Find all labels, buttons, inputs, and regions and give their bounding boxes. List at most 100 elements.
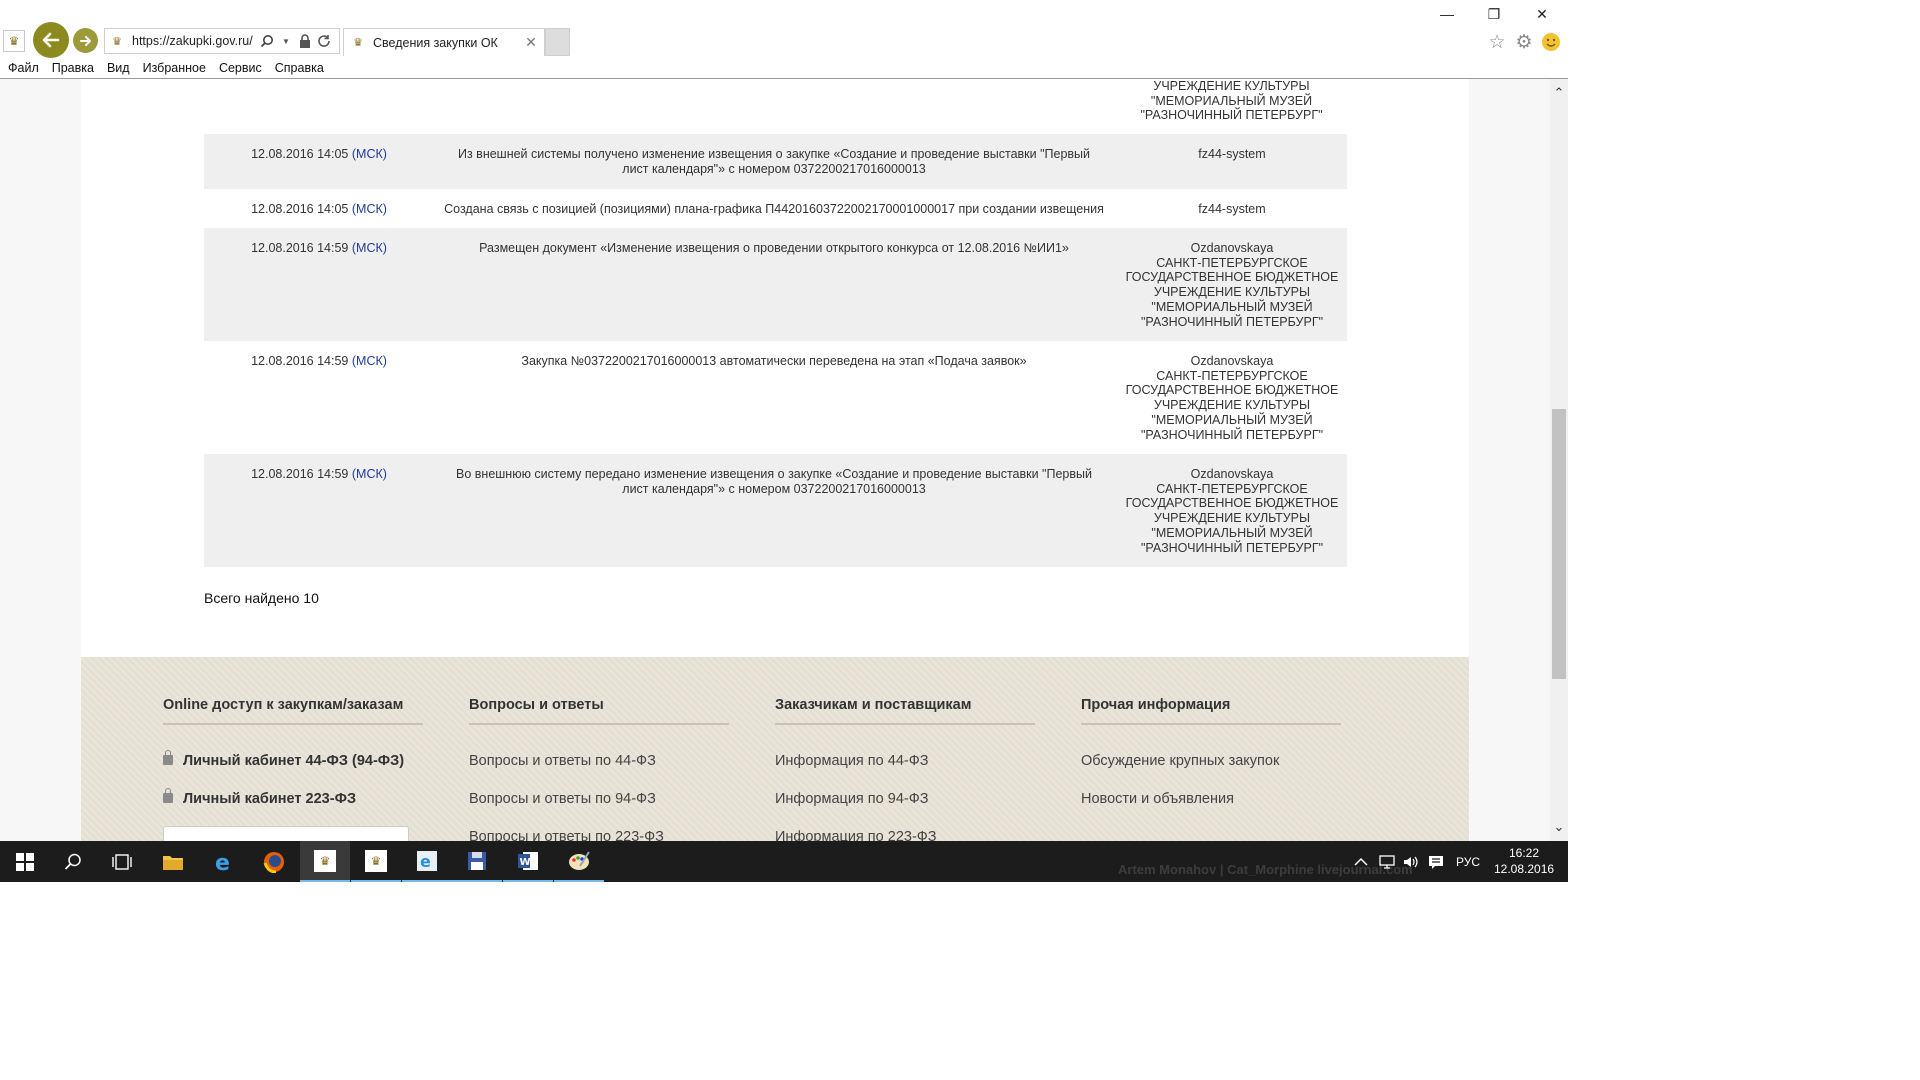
total-found-label: Всего найдено 10 [204,590,319,606]
log-user-cell: Ozdanovskaya САНКТ-ПЕТЕРБУРГСКОЕ ГОСУДАР… [1125,467,1339,555]
footer-column-online-access: Online доступ к закупкам/заказам Личный … [163,697,423,807]
log-date-cell: 12.08.2016 14:59 (МСК) [204,354,434,369]
menu-view[interactable]: Вид [107,61,130,75]
minimize-icon[interactable]: — [1437,6,1457,22]
menu-edit[interactable]: Правка [52,61,94,75]
address-bar[interactable]: ♛ https://zakupki.gov.ru/ ▼ [104,28,340,54]
menu-file[interactable]: Файл [8,61,39,75]
log-date-cell: 12.08.2016 14:59 (МСК) [204,467,434,482]
address-url[interactable]: https://zakupki.gov.ru/ [132,34,256,48]
refresh-icon[interactable] [316,33,332,49]
footer-column-qa: Вопросы и ответы Вопросы и ответы по 44-… [469,697,729,841]
svg-text:e: e [215,851,230,874]
log-event-cell: Из внешней системы получено изменение из… [457,147,1091,176]
ie-window-button[interactable]: e [402,841,452,882]
footer-link[interactable]: Вопросы и ответы по 223-ФЗ [469,829,729,841]
table-row: 12.08.2016 14:05 (МСК) Создана связь с п… [204,189,1347,228]
footer-link[interactable]: Новости и объявления [1081,791,1341,807]
network-icon[interactable] [1378,841,1396,882]
clock-time: 16:22 [1508,846,1540,860]
footer-link[interactable]: Информация по 44-ФЗ [775,753,1035,769]
footer-link[interactable]: Информация по 223-ФЗ [775,829,1035,841]
footer-widget-box[interactable] [163,826,409,841]
footer-link[interactable]: Информация по 94-ФЗ [775,791,1035,807]
zakupki-window-button[interactable]: ♛ [300,841,350,882]
timezone-link[interactable]: (МСК) [352,241,387,255]
footer-link[interactable]: Вопросы и ответы по 94-ФЗ [469,791,729,807]
log-date-cell: 12.08.2016 14:05 (МСК) [204,202,434,217]
log-user-cell: Ozdanovskaya САНКТ-ПЕТЕРБУРГСКОЕ ГОСУДАР… [1125,354,1339,442]
vertical-scrollbar[interactable]: ⌃ ⌄ [1550,79,1568,841]
notification-icon[interactable] [1428,841,1444,882]
restore-icon[interactable]: ❐ [1484,6,1504,23]
start-button[interactable] [0,841,50,882]
system-clock[interactable]: 16:22 12.08.2016 [1494,845,1554,877]
page-viewport: УЧРЕЖДЕНИЕ КУЛЬТУРЫ "МЕМОРИАЛЬНЫЙ МУЗЕЙ … [0,79,1550,841]
timezone-link[interactable]: (МСК) [352,147,387,161]
save-app-button[interactable] [452,841,502,882]
footer-heading: Вопросы и ответы [469,697,729,725]
firefox-button[interactable] [249,841,299,882]
edge-button[interactable]: e [199,841,249,882]
lock-icon [163,788,173,803]
log-date-cell: 12.08.2016 14:59 (МСК) [204,241,434,256]
paint-button[interactable] [554,841,604,882]
log-date: 12.08.2016 14:59 [251,354,349,368]
volume-icon[interactable] [1402,841,1420,882]
browser-tab-active[interactable]: ♛ Сведения закупки ОК ✕ [343,28,545,56]
tab-title: Сведения закупки ОК [373,35,498,50]
footer-link-cabinet-44[interactable]: Личный кабинет 44-ФЗ (94-ФЗ) [163,750,423,769]
chevron-up-icon[interactable] [1354,841,1368,882]
new-tab-button[interactable] [545,28,570,56]
menu-tools[interactable]: Сервис [219,61,262,75]
footer-link-label[interactable]: Личный кабинет 44-ФЗ (94-ФЗ) [183,753,404,769]
log-event-cell: Создана связь с позицией (позициями) пла… [444,202,1104,216]
file-explorer-button[interactable] [148,841,198,882]
footer-link-label[interactable]: Личный кабинет 223-ФЗ [183,791,356,807]
footer-link-cabinet-223[interactable]: Личный кабинет 223-ФЗ [163,788,423,807]
back-button[interactable] [33,22,69,58]
clock-date: 12.08.2016 [1494,862,1555,876]
svg-text:W: W [520,857,531,868]
search-taskbar-button[interactable] [48,841,98,882]
menu-favorites[interactable]: Избранное [143,61,206,75]
browser-titlebar: ♛ ♛ https://zakupki.gov.ru/ ▼ ♛ Сведения… [0,0,1568,58]
svg-text:e: e [420,852,431,871]
timezone-link[interactable]: (МСК) [352,354,387,368]
gear-icon[interactable]: ⚙ [1513,31,1535,53]
timezone-link[interactable]: (МСК) [352,467,387,481]
feedback-smiley-icon[interactable] [1540,31,1562,53]
forward-button[interactable] [73,28,98,53]
language-indicator[interactable]: РУС [1456,841,1480,882]
close-window-icon[interactable]: ✕ [1532,6,1552,23]
scroll-down-icon[interactable]: ⌄ [1553,820,1565,833]
menu-help[interactable]: Справка [275,61,324,75]
folder-icon [163,855,183,870]
paint-palette-icon [569,850,590,870]
site-emblem-icon: ♛ [353,37,363,49]
lock-icon[interactable] [297,33,313,49]
table-row: 12.08.2016 14:05 (МСК) Из внешней систем… [204,134,1347,189]
word-button[interactable]: W [503,841,553,882]
log-date-cell: 12.08.2016 14:05 (МСК) [204,147,434,162]
search-icon[interactable] [259,33,275,49]
task-view-button[interactable] [97,841,147,882]
zakupki-window-button-2[interactable]: ♛ [351,841,401,882]
footer-column-other-info: Прочая информация Обсуждение крупных зак… [1081,697,1341,807]
favorites-star-icon[interactable]: ☆ [1486,31,1508,53]
word-icon: W [518,851,538,870]
watermark-text: Artem Monahov | Cat_Morphine livejournal… [1118,862,1413,877]
timezone-link[interactable]: (МСК) [352,202,387,216]
chevron-down-icon[interactable]: ▼ [278,33,294,49]
footer-link[interactable]: Вопросы и ответы по 44-ФЗ [469,753,729,769]
close-tab-icon[interactable]: ✕ [524,34,538,51]
log-date: 12.08.2016 14:05 [251,147,349,161]
log-user-cell: fz44-system [1198,147,1266,161]
log-user-cell: fz44-system [1198,202,1266,216]
site-emblem-icon[interactable]: ♛ [3,30,25,52]
footer-link[interactable]: Обсуждение крупных закупок [1081,753,1341,769]
scrollbar-thumb[interactable] [1552,409,1566,679]
footer-heading: Прочая информация [1081,697,1341,725]
site-emblem-icon: ♛ [365,849,387,872]
scroll-up-icon[interactable]: ⌃ [1553,86,1565,99]
